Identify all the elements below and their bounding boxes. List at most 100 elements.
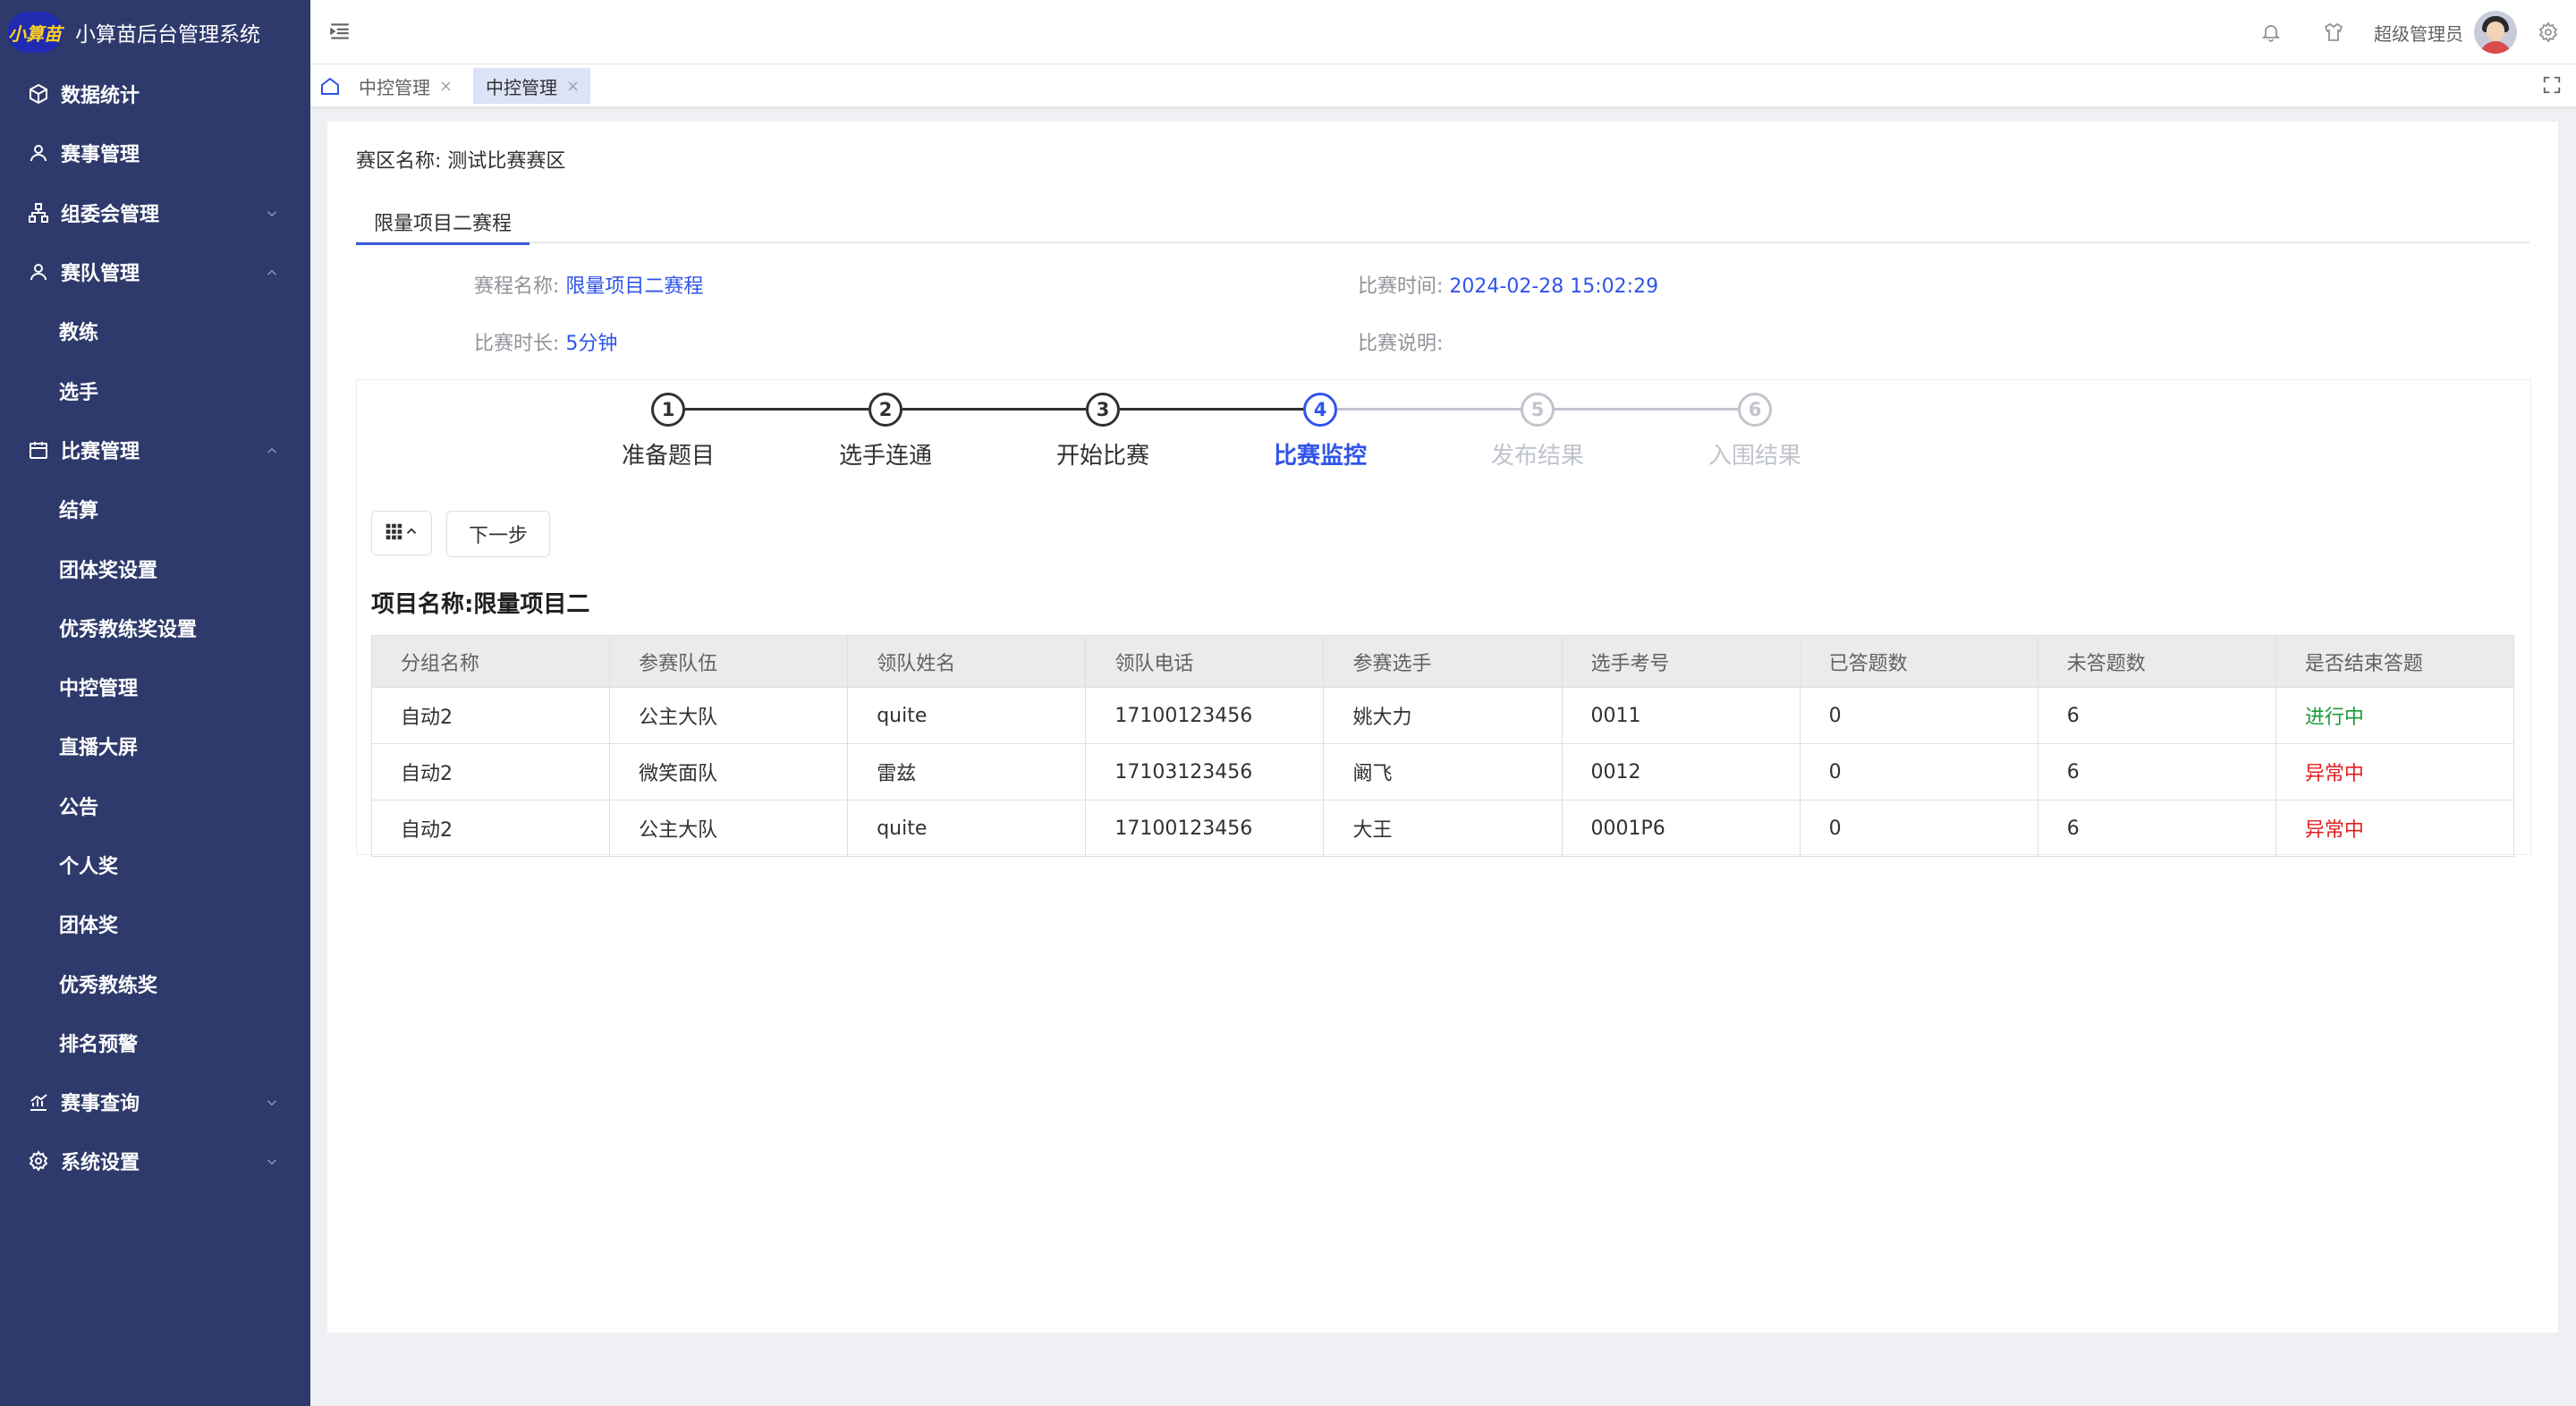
time-label: 比赛时间: bbox=[1358, 275, 1444, 298]
cell-exam-no: 0001P6 bbox=[1561, 800, 1801, 857]
cell-exam-no: 0011 bbox=[1561, 687, 1801, 744]
chevron-up-icon bbox=[264, 264, 280, 280]
sidebar-item-label: 团体奖 bbox=[59, 915, 119, 938]
sidebar-item-team[interactable]: 赛队管理 bbox=[0, 242, 310, 301]
cell-player: 阚飞 bbox=[1323, 743, 1563, 800]
column-toggle-button[interactable] bbox=[371, 511, 432, 555]
step-5-label: 发布结果 bbox=[1490, 443, 1584, 470]
shirt-icon[interactable] bbox=[2322, 21, 2345, 44]
sidebar-item-label: 赛队管理 bbox=[61, 263, 140, 286]
user-icon bbox=[27, 141, 50, 165]
sidebar-item-coach-award[interactable]: 优秀教练奖 bbox=[0, 953, 310, 1012]
col-leader-phone: 领队电话 bbox=[1085, 635, 1325, 688]
step-connector bbox=[1337, 408, 1521, 411]
zone-name: 赛区名称: 测试比赛赛区 bbox=[356, 145, 565, 174]
home-icon[interactable] bbox=[318, 73, 343, 98]
sidebar-item-label: 中控管理 bbox=[59, 678, 139, 701]
brand: 小算苗 小算苗后台管理系统 bbox=[0, 0, 310, 64]
cell-unanswered: 6 bbox=[2037, 687, 2276, 744]
step-2-label: 选手连通 bbox=[838, 443, 932, 470]
col-leader-name: 领队姓名 bbox=[847, 635, 1087, 688]
avatar[interactable] bbox=[2474, 11, 2517, 54]
cell-team: 公主大队 bbox=[609, 687, 849, 744]
sidebar-item-label: 教练 bbox=[59, 322, 99, 345]
sidebar-item-data-stats[interactable]: 数据统计 bbox=[0, 64, 310, 123]
sidebar-item-label: 团体奖设置 bbox=[59, 559, 158, 582]
sidebar-item-central-control[interactable]: 中控管理 bbox=[0, 657, 310, 716]
cell-leader-name: 雷兹 bbox=[847, 743, 1087, 800]
sidebar-item-coach[interactable]: 教练 bbox=[0, 301, 310, 360]
sidebar-item-personal-award[interactable]: 个人奖 bbox=[0, 835, 310, 894]
step-6-label: 入围结果 bbox=[1707, 443, 1801, 470]
match-time: 比赛时间: 2024-02-28 15:02:29 bbox=[1358, 270, 1658, 299]
step-1-circle: 1 bbox=[651, 393, 685, 427]
step-4-label: 比赛监控 bbox=[1273, 443, 1367, 470]
cell-group: 自动2 bbox=[370, 800, 611, 857]
chevron-down-icon bbox=[264, 1094, 280, 1110]
app-title: 小算苗后台管理系统 bbox=[75, 23, 260, 47]
cube-icon bbox=[27, 82, 50, 106]
col-team: 参赛队伍 bbox=[609, 635, 849, 688]
main-card: 赛区名称: 测试比赛赛区 限量项目二赛程 赛程名称: 限量项目二赛程 比赛时间:… bbox=[327, 122, 2558, 1333]
tab-central-control-1[interactable]: 中控管理 × bbox=[346, 68, 463, 104]
zone-value: 测试比赛赛区 bbox=[447, 150, 566, 173]
sidebar-item-live-screen[interactable]: 直播大屏 bbox=[0, 716, 310, 775]
sidebar-item-label: 赛事查询 bbox=[61, 1093, 140, 1116]
step-2-circle: 2 bbox=[869, 393, 902, 427]
chevron-up-icon bbox=[403, 523, 419, 543]
sidebar-item-label: 公告 bbox=[59, 796, 99, 819]
sidebar-item-committee[interactable]: 组委会管理 bbox=[0, 183, 310, 242]
step-connector bbox=[1555, 408, 1738, 411]
col-group: 分组名称 bbox=[370, 635, 611, 688]
monitor-table: 分组名称 参赛队伍 领队姓名 领队电话 参赛选手 选手考号 已答题数 未答题数 … bbox=[370, 635, 2515, 857]
cell-group: 自动2 bbox=[370, 743, 611, 800]
user-icon bbox=[27, 260, 50, 284]
tab-label: 中控管理 bbox=[486, 76, 557, 98]
cell-answered: 0 bbox=[1799, 800, 2038, 857]
close-icon[interactable]: × bbox=[566, 77, 580, 96]
col-unanswered: 未答题数 bbox=[2037, 635, 2276, 688]
sidebar-item-settle[interactable]: 结算 bbox=[0, 479, 310, 538]
step-5-circle: 5 bbox=[1521, 393, 1555, 427]
time-value: 2024-02-28 15:02:29 bbox=[1449, 275, 1659, 298]
col-exam-no: 选手考号 bbox=[1561, 635, 1801, 688]
cell-status: 进行中 bbox=[2275, 687, 2515, 744]
fullscreen-icon[interactable] bbox=[2542, 75, 2563, 97]
tab-stage[interactable]: 限量项目二赛程 bbox=[356, 200, 530, 245]
desc-label: 比赛说明: bbox=[1358, 333, 1444, 355]
sidebar-item-player[interactable]: 选手 bbox=[0, 360, 310, 419]
user-name[interactable]: 超级管理员 bbox=[2374, 20, 2463, 46]
tab-central-control-2[interactable]: 中控管理 × bbox=[473, 68, 591, 104]
sidebar-item-event-query[interactable]: 赛事查询 bbox=[0, 1072, 310, 1131]
cell-leader-phone: 17103123456 bbox=[1085, 743, 1325, 800]
sidebar-item-team-award-setting[interactable]: 团体奖设置 bbox=[0, 538, 310, 597]
cell-leader-phone: 17100123456 bbox=[1085, 800, 1325, 857]
col-finished: 是否结束答题 bbox=[2275, 635, 2515, 688]
cell-status: 异常中 bbox=[2275, 743, 2515, 800]
sidebar-item-event-manage[interactable]: 赛事管理 bbox=[0, 123, 310, 182]
sidebar-item-label: 比赛管理 bbox=[61, 440, 140, 463]
close-icon[interactable]: × bbox=[439, 77, 453, 96]
bell-icon[interactable] bbox=[2259, 21, 2283, 44]
sidebar-item-label: 赛事管理 bbox=[61, 144, 140, 167]
sidebar-item-team-award[interactable]: 团体奖 bbox=[0, 894, 310, 953]
sidebar-item-rank-warning[interactable]: 排名预警 bbox=[0, 1013, 310, 1072]
sidebar-item-label: 直播大屏 bbox=[59, 737, 139, 760]
settings-gear-icon[interactable] bbox=[2537, 21, 2560, 44]
zone-label: 赛区名称: bbox=[356, 150, 442, 173]
steps-panel: 1 2 3 4 5 6 准备题目 选手连通 开始比赛 比赛监控 发布结果 入围结… bbox=[356, 379, 2531, 857]
sidebar-item-notice[interactable]: 公告 bbox=[0, 776, 310, 835]
stage-tabs: 限量项目二赛程 bbox=[356, 200, 2529, 245]
schedule-label: 赛程名称: bbox=[474, 275, 560, 298]
menu-fold-icon[interactable] bbox=[328, 20, 353, 45]
match-duration: 比赛时长: 5分钟 bbox=[474, 327, 617, 356]
sidebar-item-coach-award-setting[interactable]: 优秀教练奖设置 bbox=[0, 598, 310, 657]
next-step-button[interactable]: 下一步 bbox=[446, 511, 550, 557]
calendar-icon bbox=[27, 438, 50, 462]
sidebar-item-match[interactable]: 比赛管理 bbox=[0, 420, 310, 479]
sidebar-item-system-settings[interactable]: 系统设置 bbox=[0, 1131, 310, 1190]
tabs-bar: 中控管理 × 中控管理 × bbox=[310, 64, 2576, 107]
cell-exam-no: 0012 bbox=[1561, 743, 1801, 800]
table-row: 自动2 公主大队 quite 17100123456 姚大力 0011 0 6 … bbox=[370, 687, 2515, 744]
project-title: 项目名称:限量项目二 bbox=[371, 591, 590, 618]
